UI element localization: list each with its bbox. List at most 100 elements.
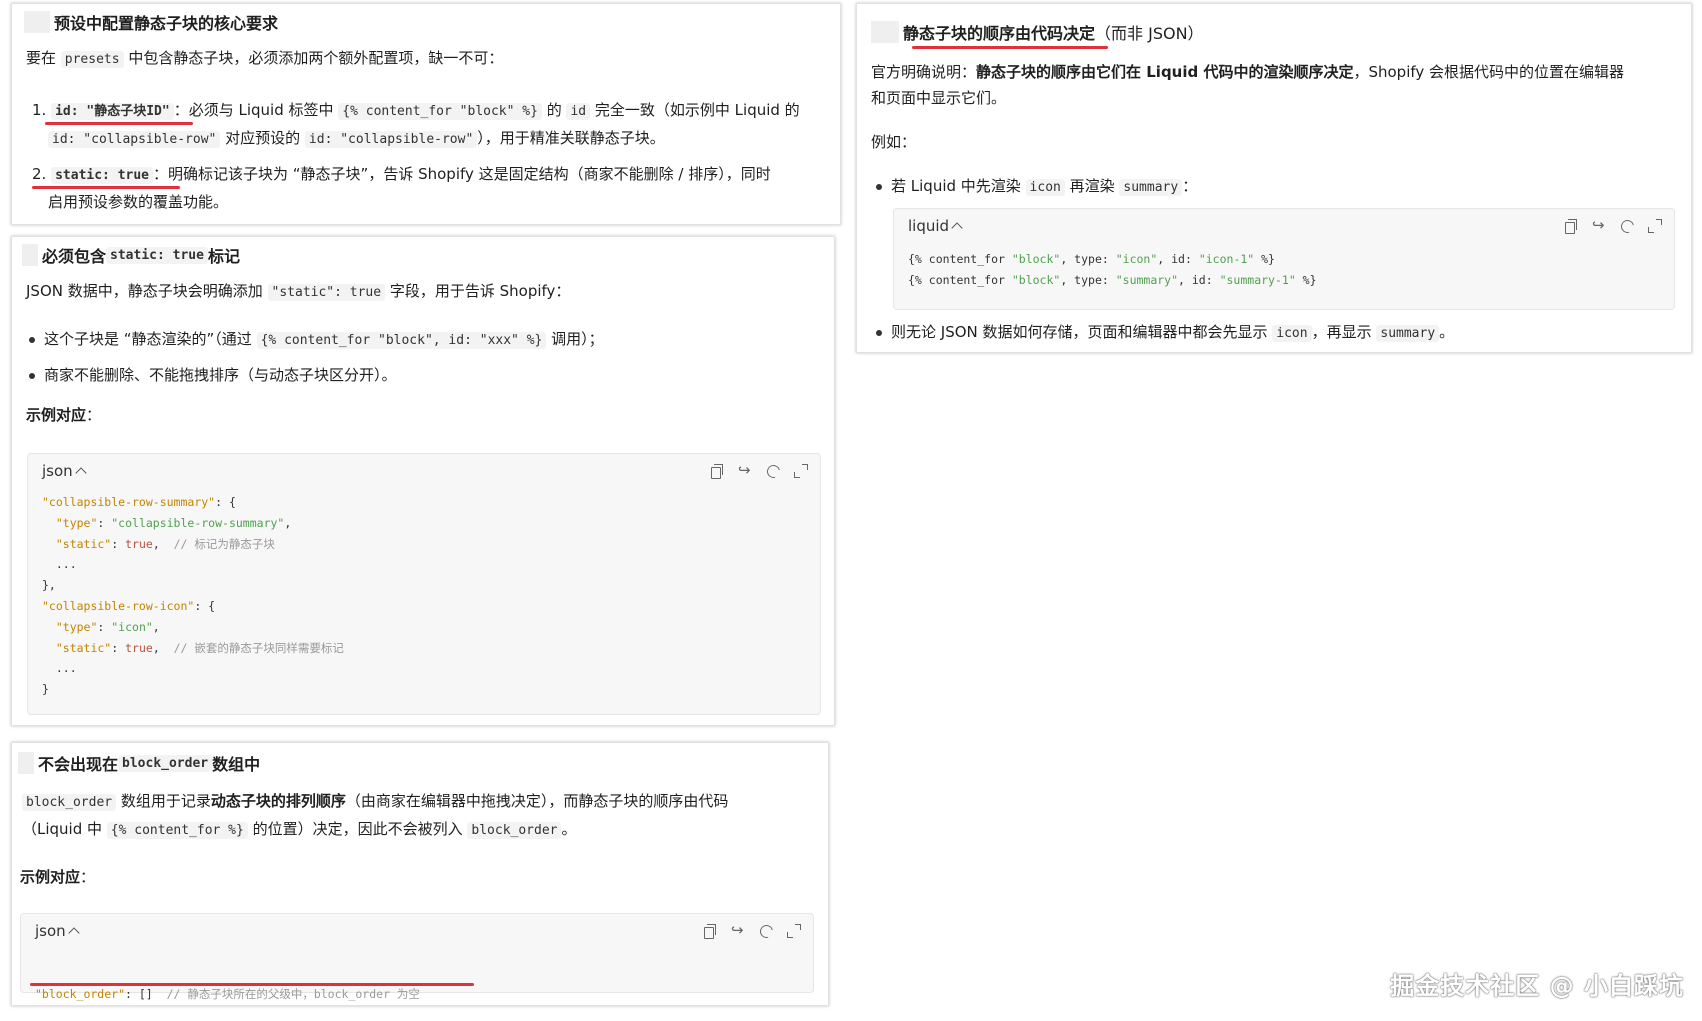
list-item: 这个子块是 “静态渲染的”（通过 {% content_for "block",… [26, 325, 604, 355]
heading-marker [22, 244, 38, 266]
paragraph: 官方明确说明：静态子块的顺序由它们在 Liquid 代码中的渲染顺序决定，Sho… [871, 58, 1624, 86]
wrap-icon[interactable] [1592, 216, 1606, 234]
code-text: : [111, 640, 126, 655]
bold-text: 动态子块的排列顺序 [210, 792, 346, 810]
chevron-up-icon [75, 467, 87, 479]
list-number: 2. [32, 165, 47, 183]
section-heading: 必须包含 static: true 标记 [22, 243, 240, 267]
code-text: , [152, 640, 174, 655]
code-lang-toggle[interactable]: liquid [908, 217, 963, 235]
code-key: "block_order" [35, 987, 126, 1001]
code-key: "type" [42, 515, 98, 530]
code-key: "static" [42, 640, 112, 655]
text: 若 Liquid 中先渲染 [891, 177, 1026, 195]
red-underline [912, 46, 1108, 49]
code-text: : [97, 619, 112, 634]
text: ，Shopify 会根据代码中的位置在编辑器 [1353, 63, 1625, 81]
list-number: 1. [32, 101, 47, 119]
heading-text: （而非 JSON） [1095, 24, 1204, 43]
heading-text: 预设中配置静态子块的核心要求 [54, 14, 279, 33]
code-text: %} [1254, 252, 1275, 266]
code-key: }, [42, 578, 56, 593]
code-text: , [152, 536, 174, 551]
text: ：明确标记该子块为 “静态子块”，告诉 Shopify 这是固定结构（商家不能删… [153, 165, 771, 183]
section-heading: 静态子块的顺序由代码决定 （而非 JSON） [871, 20, 1204, 44]
code-string: "summary" [1115, 272, 1179, 287]
code-key: "type" [42, 619, 98, 634]
code-text: : [111, 536, 126, 551]
section-static-flag: 必须包含 static: true 标记 JSON 数据中，静态子块会明确添加 … [11, 236, 835, 726]
section-block-order: 不会出现在 block_order 数组中 block_order 数组用于记录… [11, 742, 829, 1006]
theme-icon[interactable] [766, 464, 780, 478]
code-toolbar [1564, 216, 1662, 234]
inline-code: "static": true [267, 284, 386, 301]
inline-code: id: "静态子块ID" [51, 103, 174, 120]
list-item-2-cont: 启用预设参数的覆盖功能。 [48, 188, 228, 216]
code-block: liquid {% content_for "block", type: "ic… [893, 208, 1675, 310]
chevron-up-icon [951, 222, 963, 234]
code-string: "block" [1011, 252, 1061, 266]
heading-text: 必须包含 [42, 247, 107, 266]
theme-icon[interactable] [759, 924, 773, 938]
section-heading: 不会出现在 block_order 数组中 [18, 751, 260, 775]
code-text: , [284, 515, 292, 530]
watermark: 掘金技术社区 @ 小白踩坑 [1390, 972, 1684, 1000]
code-text: , [152, 619, 160, 634]
copy-icon[interactable] [1564, 219, 1578, 234]
text: ，再显示 [1311, 323, 1377, 341]
theme-icon[interactable] [1620, 219, 1634, 233]
code-line: "type": "icon", [42, 617, 344, 638]
code-line: "static": true, // 标记为静态子块 [42, 534, 344, 555]
bullet-list: 这个子块是 “静态渲染的”（通过 {% content_for "block",… [26, 325, 604, 389]
wrap-icon[interactable] [738, 461, 752, 479]
expand-icon[interactable] [787, 924, 801, 938]
expand-icon[interactable] [794, 464, 808, 478]
code-lang-toggle[interactable]: json [42, 462, 87, 480]
inline-code: static: true [51, 167, 154, 184]
text: 这个子块是 “静态渲染的”（通过 [44, 330, 257, 348]
inline-code: block_order [22, 794, 117, 811]
text: 。 [1439, 323, 1455, 341]
code-string: "block" [1011, 272, 1061, 287]
copy-icon[interactable] [703, 924, 717, 939]
text: ： [1182, 177, 1198, 195]
code-line: {% content_for "block", type: "summary",… [908, 270, 1317, 291]
red-underline [32, 186, 180, 189]
code-value: true [125, 536, 153, 551]
list-item: 商家不能删除、不能拖拽排序（与动态子块区分开）。 [26, 361, 604, 389]
code-line: ... [42, 554, 344, 575]
code-value: true [125, 640, 153, 655]
paragraph-cont: 和页面中显示它们。 [871, 84, 1006, 112]
code-string: "icon" [1115, 252, 1158, 266]
code-line: "block_order": [] // 静态子块所在的父级中，block_or… [35, 984, 420, 1005]
example-text: 例如： [871, 128, 916, 156]
text: 示例对应 [20, 868, 81, 886]
text: 调用）； [546, 330, 604, 348]
text: 对应预设的 [220, 129, 305, 147]
inline-code: summary [1119, 179, 1183, 196]
code-line: } [42, 679, 344, 700]
wrap-icon[interactable] [731, 921, 745, 939]
text: 启用预设参数的覆盖功能。 [48, 193, 229, 211]
inline-code: id: "collapsible-row" [304, 131, 478, 148]
inline-code: icon [1272, 325, 1312, 342]
code-text: , type: [1060, 252, 1116, 266]
text: 例如： [871, 133, 917, 151]
text: ），用于精准关联静态子块。 [477, 129, 665, 147]
code-text: %} [1295, 272, 1317, 287]
code-toolbar [710, 461, 808, 479]
code-lang-toggle[interactable]: json [35, 922, 80, 940]
code-text: : [97, 515, 112, 530]
code-key: } [42, 682, 49, 697]
code-lines: {% content_for "block", type: "icon", id… [908, 249, 1317, 291]
text: （Liquid 中 [22, 820, 107, 838]
inline-code: block_order [467, 822, 562, 839]
chevron-up-icon [68, 927, 80, 939]
inline-code: id: "collapsible-row" [48, 131, 221, 148]
paragraph: block_order 数组用于记录动态子块的排列顺序（由商家在编辑器中拖拽决定… [22, 787, 728, 817]
example-label: 示例对应： [26, 401, 101, 429]
expand-icon[interactable] [1648, 219, 1662, 233]
copy-icon[interactable] [710, 464, 724, 479]
code-key: "static" [42, 536, 112, 551]
code-line: "type": "collapsible-row-summary", [42, 513, 344, 534]
